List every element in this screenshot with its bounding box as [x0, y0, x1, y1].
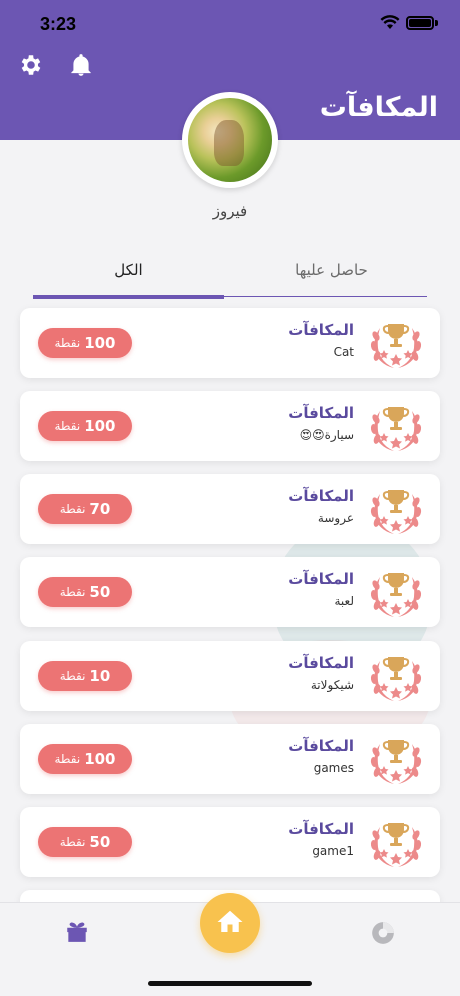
points-value: 10	[89, 667, 111, 685]
points-value: 70	[89, 500, 111, 518]
trophy-icon	[366, 480, 426, 538]
points-value: 50	[89, 583, 111, 601]
home-indicator	[148, 981, 312, 986]
reward-name: شيكولاتة	[310, 678, 354, 692]
battery-icon	[406, 16, 434, 30]
points-unit: نقطة	[59, 835, 86, 849]
reward-card[interactable]: المكافآت عروسة 70 نقطة	[20, 474, 440, 544]
points-unit: نقطة	[59, 669, 86, 683]
points-unit: نقطة	[59, 585, 86, 599]
reward-card[interactable]: المكافآت لعبة 50 نقطة	[20, 557, 440, 627]
points-value: 100	[84, 750, 116, 768]
tab-bar: الكل حاصل عليها	[33, 252, 427, 300]
points-badge: 100 نقطة	[38, 411, 132, 441]
points-value: 100	[84, 334, 116, 352]
trophy-icon	[366, 647, 426, 705]
gift-icon[interactable]	[64, 918, 90, 944]
reward-name: عروسة	[317, 511, 354, 525]
reward-title: المكافآت	[288, 820, 354, 838]
tab-active-indicator	[33, 295, 224, 299]
avatar[interactable]	[182, 92, 278, 188]
points-badge: 100 نقطة	[38, 328, 132, 358]
pie-chart-icon[interactable]	[370, 920, 396, 946]
battery-tip	[435, 20, 438, 26]
reward-name: لعبة	[334, 594, 355, 608]
points-unit: نقطة	[54, 419, 81, 433]
reward-title: المكافآت	[288, 737, 354, 755]
status-time: 3:23	[40, 14, 77, 34]
username: فيروز	[212, 202, 248, 220]
points-badge: 10 نقطة	[38, 661, 132, 691]
tab-earned[interactable]: حاصل عليها	[236, 252, 427, 292]
reward-card[interactable]: المكافآت سيارة😍😍 100 نقطة	[20, 391, 440, 461]
trophy-icon	[366, 314, 426, 372]
reward-name: game1	[312, 844, 354, 858]
bell-icon[interactable]	[68, 52, 94, 78]
trophy-icon	[366, 813, 426, 871]
reward-title: المكافآت	[288, 404, 354, 422]
reward-card[interactable]: المكافآت شيكولاتة 10 نقطة	[20, 641, 440, 711]
points-value: 50	[89, 833, 111, 851]
points-badge: 70 نقطة	[38, 494, 132, 524]
points-unit: نقطة	[54, 752, 81, 766]
reward-name: games	[313, 761, 354, 775]
reward-card[interactable]: المكافآت game1 50 نقطة	[20, 807, 440, 877]
home-icon	[217, 910, 243, 932]
points-badge: 50 نقطة	[38, 577, 132, 607]
tab-all[interactable]: الكل	[33, 252, 224, 292]
reward-title: المكافآت	[288, 654, 354, 672]
trophy-icon	[366, 730, 426, 788]
gear-icon[interactable]	[18, 52, 44, 78]
reward-name: Cat	[333, 345, 354, 359]
wifi-icon	[380, 15, 400, 29]
status-bar: 3:23	[0, 0, 460, 48]
page-title: المكافآت	[319, 92, 438, 123]
points-value: 100	[84, 417, 116, 435]
trophy-icon	[366, 563, 426, 621]
reward-title: المكافآت	[288, 487, 354, 505]
points-unit: نقطة	[54, 336, 81, 350]
avatar-photo	[188, 98, 272, 182]
home-button[interactable]	[200, 893, 260, 953]
reward-title: المكافآت	[288, 570, 354, 588]
trophy-icon	[366, 397, 426, 455]
points-badge: 50 نقطة	[38, 827, 132, 857]
points-badge: 100 نقطة	[38, 744, 132, 774]
reward-name: سيارة😍😍	[299, 428, 354, 442]
reward-card[interactable]: المكافآت games 100 نقطة	[20, 724, 440, 794]
reward-title: المكافآت	[288, 321, 354, 339]
points-unit: نقطة	[59, 502, 86, 516]
reward-card[interactable]: المكافآت Cat 100 نقطة	[20, 308, 440, 378]
